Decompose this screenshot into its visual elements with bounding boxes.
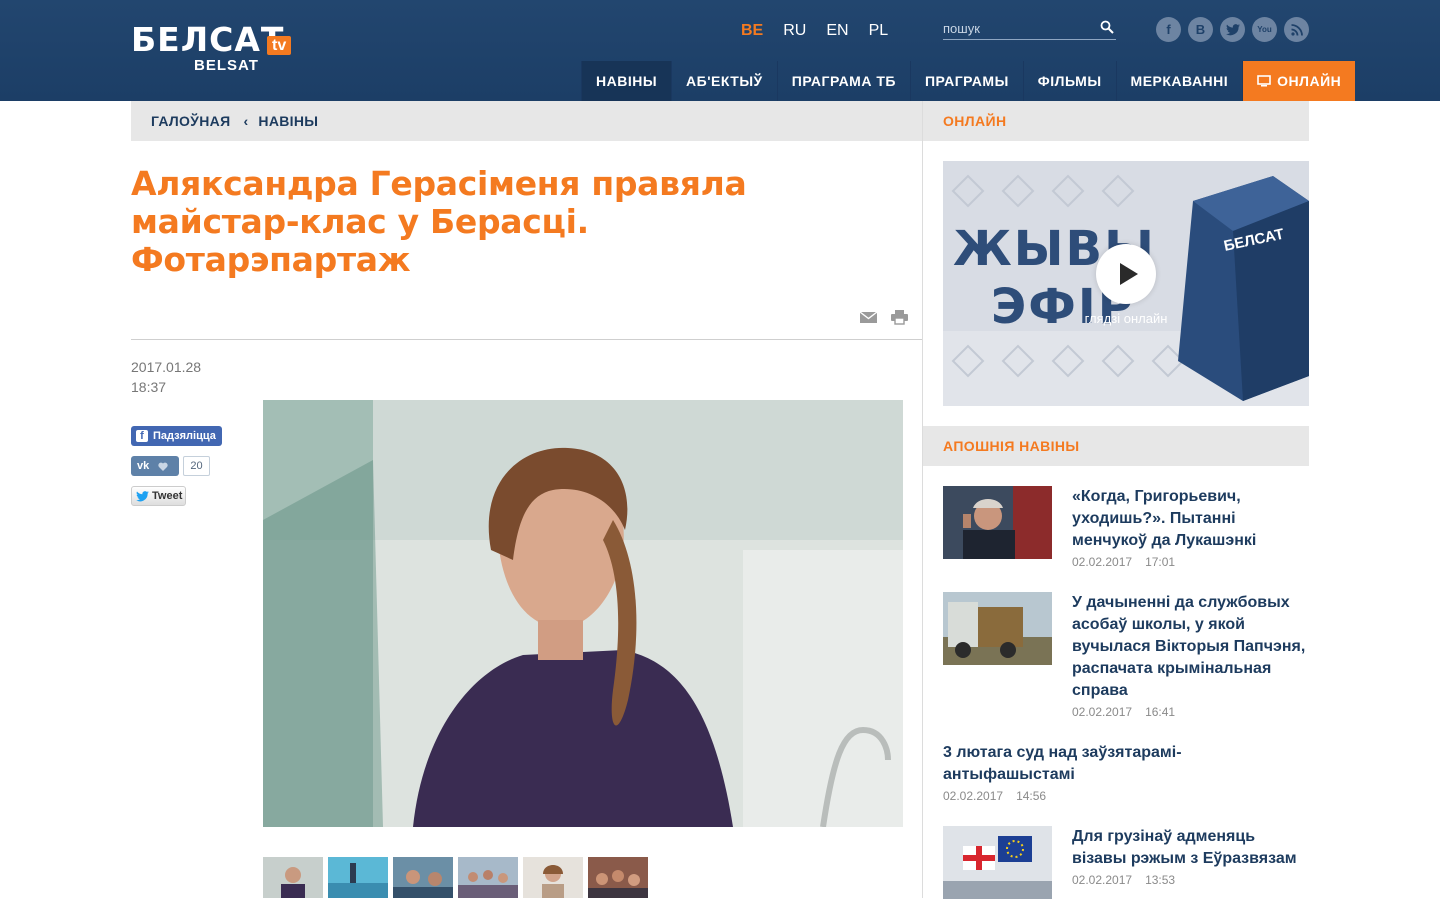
share-buttons: f Падзяліцца vk 20 Tweet [131, 426, 222, 506]
news-date: 02.02.2017 [1072, 555, 1133, 569]
logo-wordmark: БЕЛСАТ [131, 20, 285, 59]
nav-tv-schedule[interactable]: ПРАГРАМА ТБ [776, 61, 910, 101]
title-divider [131, 339, 922, 340]
news-date: 02.02.2017 [1072, 705, 1133, 719]
news-item[interactable]: «Когда, Григорьевич, уходишь?». Пытанні … [943, 486, 1309, 576]
tweet-button[interactable]: Tweet [131, 486, 186, 506]
column-divider [922, 101, 923, 898]
news-item[interactable]: Для грузінаў адменяць візавы рэжым з Еўр… [943, 826, 1309, 899]
logo-subtitle: BELSAT [194, 57, 259, 74]
article-tools [859, 309, 909, 325]
nav-films[interactable]: ФІЛЬМЫ [1022, 61, 1116, 101]
article-date-time: 18:37 [131, 379, 167, 395]
article-date-day: 2017.01.28 [131, 359, 202, 375]
print-icon[interactable] [890, 309, 909, 325]
youtube-icon[interactable]: You [1252, 17, 1277, 42]
tweet-label: Tweet [152, 490, 183, 502]
facebook-share-label: Падзяліцца [153, 430, 216, 442]
nav-news[interactable]: НАВІНЫ [581, 61, 672, 101]
belsat-logo[interactable]: БЕЛСАТ tv BELSAT [131, 22, 301, 78]
facebook-share-button[interactable]: f Падзяліцца [131, 426, 222, 446]
facebook-icon[interactable]: f [1156, 17, 1181, 42]
social-links: f B You [1156, 17, 1309, 42]
lang-pl[interactable]: PL [869, 22, 889, 40]
lang-en[interactable]: EN [826, 22, 848, 40]
live-stream-banner[interactable]: БЕЛСАТ ЖЫВЫ ЭФІР глядзі онлайн [943, 161, 1309, 406]
twitter-bird-icon [136, 490, 149, 501]
search-input[interactable] [943, 18, 1093, 38]
vk-like-count: 20 [183, 456, 210, 476]
monitor-icon [1257, 75, 1271, 87]
lang-ru[interactable]: RU [783, 22, 806, 40]
news-title[interactable]: У дачыненні да службовых асобаў школы, у… [1072, 592, 1309, 702]
email-icon[interactable] [859, 309, 878, 325]
latest-news-heading: АПОШНІЯ НАВІНЫ [923, 426, 1309, 466]
news-thumbnail[interactable] [943, 826, 1052, 899]
site-header: БЕЛСАТ tv BELSAT BE RU EN PL f B You НАВ… [0, 0, 1440, 101]
breadcrumb: ГАЛОЎНАЯ ‹ НАВІНЫ [131, 101, 922, 141]
twitter-icon[interactable] [1220, 17, 1245, 42]
news-time: 13:53 [1145, 873, 1176, 887]
facebook-icon: f [136, 430, 148, 442]
news-time: 16:41 [1145, 705, 1176, 719]
logo-tv-badge: tv [267, 36, 292, 55]
article-date: 2017.01.28 18:37 [131, 357, 201, 397]
photo-woman-image [263, 400, 903, 827]
article-main-photo[interactable] [263, 400, 903, 827]
main-nav: НАВІНЫ АБ'ЕКТЫЎ ПРАГРАМА ТБ ПРАГРАМЫ ФІЛ… [581, 61, 1356, 101]
news-meta: 02.02.2017 14:56 [943, 789, 1046, 803]
thumbnail[interactable] [588, 857, 648, 898]
rss-icon[interactable] [1284, 17, 1309, 42]
news-meta: 02.02.2017 17:01 [1072, 555, 1175, 569]
thumbnail[interactable] [393, 857, 453, 898]
vk-share: vk 20 [131, 456, 210, 476]
news-title[interactable]: 3 лютага суд над заўзятарамі-антыфашыста… [943, 742, 1243, 786]
photo-thumbnails [263, 857, 648, 898]
news-item[interactable]: 3 лютага суд над заўзятарамі-антыфашыста… [943, 742, 1309, 806]
nav-online-label: ОНЛАЙН [1277, 73, 1342, 89]
vk-icon: vk [137, 460, 150, 472]
news-title[interactable]: «Когда, Григорьевич, уходишь?». Пытанні … [1072, 486, 1309, 552]
search-icon[interactable] [1100, 20, 1114, 34]
vkontakte-icon[interactable]: B [1188, 17, 1213, 42]
online-heading: ОНЛАЙН [923, 101, 1309, 141]
search-box [943, 18, 1116, 40]
live-watch-label: глядзі онлайн [1084, 311, 1168, 326]
news-meta: 02.02.2017 13:53 [1072, 873, 1175, 887]
thumbnail[interactable] [328, 857, 388, 898]
news-title[interactable]: Для грузінаў адменяць візавы рэжым з Еўр… [1072, 826, 1309, 870]
news-time: 17:01 [1145, 555, 1176, 569]
vk-like-button[interactable]: vk [131, 456, 179, 476]
language-switcher: BE RU EN PL [741, 22, 888, 40]
thumbnail[interactable] [263, 857, 323, 898]
article-title: Аляксандра Герасіменя правяла майстар-кл… [131, 164, 747, 279]
news-date: 02.02.2017 [943, 789, 1004, 803]
nav-programs[interactable]: ПРАГРАМЫ [909, 61, 1023, 101]
thumbnail[interactable] [458, 857, 518, 898]
breadcrumb-home[interactable]: ГАЛОЎНАЯ [151, 113, 230, 129]
lang-be[interactable]: BE [741, 22, 763, 40]
news-date: 02.02.2017 [1072, 873, 1133, 887]
live-text-line-2: ЭФІР [991, 279, 1135, 335]
news-thumbnail[interactable] [943, 486, 1052, 559]
thumbnail[interactable] [523, 857, 583, 898]
play-button-icon[interactable] [1096, 244, 1156, 304]
news-thumbnail[interactable] [943, 592, 1052, 665]
nav-online-button[interactable]: ОНЛАЙН [1242, 61, 1356, 101]
news-item[interactable]: У дачыненні да службовых асобаў школы, у… [943, 592, 1309, 722]
nav-opinions[interactable]: МЕРКАВАННІ [1115, 61, 1243, 101]
heart-icon [158, 462, 168, 471]
nav-objective[interactable]: АБ'ЕКТЫЎ [671, 61, 777, 101]
breadcrumb-current[interactable]: НАВІНЫ [258, 113, 318, 129]
news-meta: 02.02.2017 16:41 [1072, 705, 1175, 719]
chevron-left-icon: ‹ [243, 113, 249, 129]
news-time: 14:56 [1016, 789, 1047, 803]
